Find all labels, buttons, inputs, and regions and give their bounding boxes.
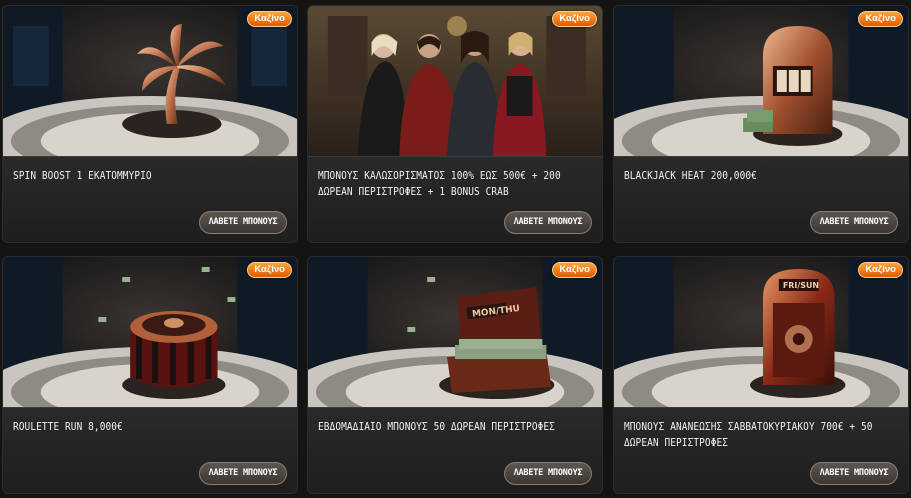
promo-title: ΜΠΟΝΟΥΣ ΑΝΑΝΕΩΣΗΣ ΣΑΒΒΑΤΟΚΥΡΙΑΚΟΥ 700€ +… — [624, 421, 873, 449]
money-chest-image: MON/THU — [308, 257, 602, 407]
promo-card-body: SPIN BOOST 1 ΕΚΑΤΟΜΜΥΡΙΟ ΛΑΒΕΤΕ ΜΠΟΝΟΥΣ — [3, 156, 297, 242]
promo-title: ROULETTE RUN 8,000€ — [13, 421, 123, 433]
casino-badge: Καζίνο — [247, 11, 292, 27]
promo-card-welcome-bonus[interactable]: Καζίνο ΜΠΟΝΟΥΣ ΚΑΛΩΣΟΡΙΣΜΑΤΟΣ 100% ΕΩΣ 5… — [307, 5, 603, 243]
promo-title: SPIN BOOST 1 ΕΚΑΤΟΜΜΥΡΙΟ — [13, 170, 152, 182]
claim-bonus-button[interactable]: ΛΑΒΕΤΕ ΜΠΟΝΟΥΣ — [504, 211, 592, 234]
claim-bonus-button[interactable]: ΛΑΒΕΤΕ ΜΠΟΝΟΥΣ — [504, 462, 592, 485]
promo-card-weekend-reload[interactable]: FRI/SUN Καζίνο ΜΠΟΝΟΥΣ ΑΝΑΝΕΩΣΗΣ ΣΑΒΒΑΤΟ… — [613, 256, 909, 494]
promo-card-body: ΜΠΟΝΟΥΣ ΚΑΛΩΣΟΡΙΣΜΑΤΟΣ 100% ΕΩΣ 500€ + 2… — [308, 156, 602, 242]
promotions-grid: Καζίνο SPIN BOOST 1 ΕΚΑΤΟΜΜΥΡΙΟ ΛΑΒΕΤΕ Μ… — [0, 0, 911, 498]
casino-badge: Καζίνο — [858, 11, 903, 27]
promo-card-body: ΕΒΔΟΜΑΔΙΑΙΟ ΜΠΟΝΟΥΣ 50 ΔΩΡΕΑΝ ΠΕΡΙΣΤΡΟΦΕ… — [308, 407, 602, 493]
promo-title: ΜΠΟΝΟΥΣ ΚΑΛΩΣΟΡΙΣΜΑΤΟΣ 100% ΕΩΣ 500€ + 2… — [318, 170, 561, 198]
claim-bonus-button[interactable]: ΛΑΒΕΤΕ ΜΠΟΝΟΥΣ — [810, 211, 898, 234]
promo-title: BLACKJACK HEAT 200,000€ — [624, 170, 757, 182]
casino-badge: Καζίνο — [858, 262, 903, 278]
promo-title: ΕΒΔΟΜΑΔΙΑΙΟ ΜΠΟΝΟΥΣ 50 ΔΩΡΕΑΝ ΠΕΡΙΣΤΡΟΦΕ… — [318, 421, 555, 433]
claim-bonus-button[interactable]: ΛΑΒΕΤΕ ΜΠΟΝΟΥΣ — [199, 462, 287, 485]
promo-card-body: BLACKJACK HEAT 200,000€ ΛΑΒΕΤΕ ΜΠΟΝΟΥΣ — [614, 156, 908, 242]
promo-card-roulette-run[interactable]: Καζίνο ROULETTE RUN 8,000€ ΛΑΒΕΤΕ ΜΠΟΝΟΥ… — [2, 256, 298, 494]
claim-bonus-button[interactable]: ΛΑΒΕΤΕ ΜΠΟΝΟΥΣ — [199, 211, 287, 234]
promo-card-weekly-bonus[interactable]: MON/THU Καζίνο ΕΒΔΟΜΑΔΙΑΙΟ ΜΠΟΝΟΥΣ 50 ΔΩ… — [307, 256, 603, 494]
palm-tree-statue-image — [3, 6, 297, 156]
casino-badge: Καζίνο — [552, 262, 597, 278]
casino-badge: Καζίνο — [552, 11, 597, 27]
four-characters-image — [308, 6, 602, 156]
casino-badge: Καζίνο — [247, 262, 292, 278]
promo-card-spin-boost[interactable]: Καζίνο SPIN BOOST 1 ΕΚΑΤΟΜΜΥΡΙΟ ΛΑΒΕΤΕ Μ… — [2, 5, 298, 243]
promo-card-body: ROULETTE RUN 8,000€ ΛΑΒΕΤΕ ΜΠΟΝΟΥΣ — [3, 407, 297, 493]
claim-bonus-button[interactable]: ΛΑΒΕΤΕ ΜΠΟΝΟΥΣ — [810, 462, 898, 485]
safe-vault-image: FRI/SUN — [614, 257, 908, 407]
roulette-wheel-image — [3, 257, 297, 407]
promo-card-blackjack-heat[interactable]: Καζίνο BLACKJACK HEAT 200,000€ ΛΑΒΕΤΕ ΜΠ… — [613, 5, 909, 243]
slot-machine-image — [614, 6, 908, 156]
vault-label: FRI/SUN — [783, 281, 819, 290]
promo-card-body: ΜΠΟΝΟΥΣ ΑΝΑΝΕΩΣΗΣ ΣΑΒΒΑΤΟΚΥΡΙΑΚΟΥ 700€ +… — [614, 407, 908, 493]
